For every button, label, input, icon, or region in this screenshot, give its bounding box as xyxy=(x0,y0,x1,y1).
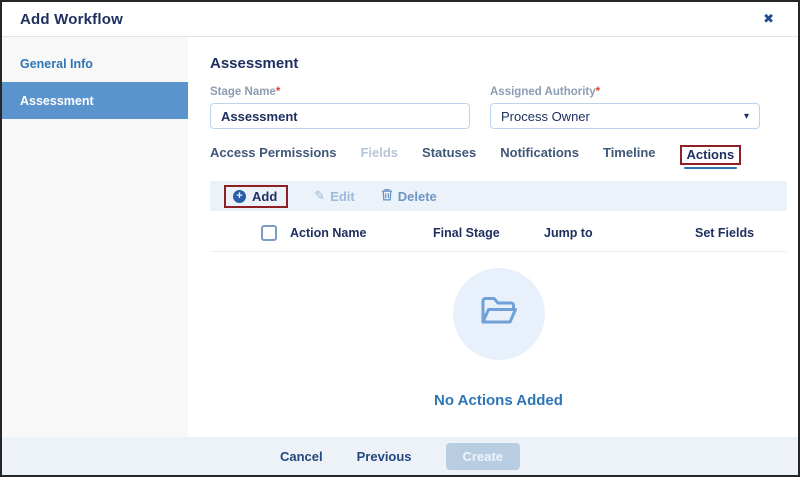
create-button[interactable]: Create xyxy=(446,443,520,470)
assigned-authority-value: Process Owner xyxy=(501,109,590,124)
table-header-divider xyxy=(210,251,787,252)
stage-content: Assessment Stage Name* Assigned Authorit… xyxy=(188,37,798,437)
add-action-button[interactable]: + Add xyxy=(224,185,288,208)
select-all-checkbox[interactable] xyxy=(261,225,277,241)
trash-icon xyxy=(381,188,393,204)
pencil-icon: ✎ xyxy=(314,188,325,204)
column-jump-to: Jump to xyxy=(544,226,695,240)
close-icon[interactable]: ✖ xyxy=(763,11,774,27)
add-workflow-modal: Add Workflow ✖ General Info Assessment A… xyxy=(0,0,800,477)
assigned-authority-select[interactable]: Process Owner ▾ xyxy=(490,103,760,129)
chevron-down-icon: ▾ xyxy=(744,111,749,122)
modal-header: Add Workflow ✖ xyxy=(2,2,798,37)
sidebar-item-general-info[interactable]: General Info xyxy=(2,45,188,82)
assigned-authority-field: Assigned Authority* Process Owner ▾ xyxy=(490,86,760,129)
stage-name-field: Stage Name* xyxy=(210,86,470,129)
sidebar-item-assessment[interactable]: Assessment xyxy=(2,82,188,119)
stage-tabs: Access Permissions Fields Statuses Notif… xyxy=(210,145,787,171)
actions-table-header: Action Name Final Stage Jump to Set Fiel… xyxy=(210,225,787,241)
tab-timeline[interactable]: Timeline xyxy=(603,145,656,160)
required-asterisk: * xyxy=(276,86,280,98)
tab-actions[interactable]: Actions xyxy=(680,145,742,169)
previous-button[interactable]: Previous xyxy=(357,449,412,464)
stage-form: Stage Name* Assigned Authority* Process … xyxy=(210,86,787,129)
actions-toolbar: + Add ✎ Edit Delete xyxy=(210,181,787,211)
folder-open-icon xyxy=(479,295,519,333)
modal-title: Add Workflow xyxy=(20,11,123,28)
tab-access-permissions[interactable]: Access Permissions xyxy=(210,145,336,160)
plus-circle-icon: + xyxy=(233,190,246,203)
empty-state-message: No Actions Added xyxy=(434,392,563,409)
active-tab-underline xyxy=(684,167,738,169)
column-final-stage: Final Stage xyxy=(433,226,544,240)
tab-fields: Fields xyxy=(360,145,398,160)
empty-state-circle xyxy=(453,268,545,360)
stage-name-input[interactable] xyxy=(210,103,470,129)
stage-heading: Assessment xyxy=(210,55,787,72)
delete-button-label: Delete xyxy=(398,189,437,204)
add-button-label: Add xyxy=(252,189,277,204)
modal-body: General Info Assessment Assessment Stage… xyxy=(2,37,798,437)
stage-sidebar: General Info Assessment xyxy=(2,37,188,437)
column-set-fields: Set Fields xyxy=(695,226,787,240)
column-action-name: Action Name xyxy=(290,226,433,240)
edit-action-button[interactable]: ✎ Edit xyxy=(314,188,354,204)
tab-statuses[interactable]: Statuses xyxy=(422,145,476,160)
stage-name-label: Stage Name* xyxy=(210,86,470,98)
assigned-authority-label: Assigned Authority* xyxy=(490,86,760,98)
cancel-button[interactable]: Cancel xyxy=(280,449,323,464)
empty-state: No Actions Added xyxy=(210,268,787,409)
tab-notifications[interactable]: Notifications xyxy=(500,145,579,160)
required-asterisk: * xyxy=(596,86,600,98)
modal-footer: Cancel Previous Create xyxy=(2,437,798,475)
delete-action-button[interactable]: Delete xyxy=(381,188,437,204)
annotation-highlight-box: Actions xyxy=(680,145,742,165)
edit-button-label: Edit xyxy=(330,189,355,204)
